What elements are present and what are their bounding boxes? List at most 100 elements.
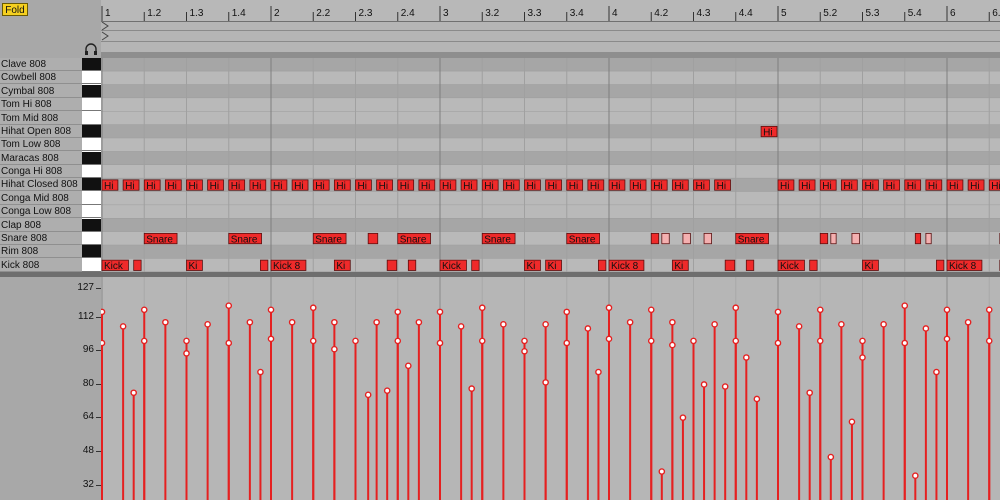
velocity-handle[interactable] [257, 368, 264, 376]
velocity-handle[interactable] [985, 337, 993, 345]
velocity-handle[interactable] [669, 341, 676, 349]
lane-label[interactable]: Cymbal 808 [0, 85, 82, 98]
velocity-handle[interactable] [732, 337, 740, 345]
snare-note[interactable] [914, 232, 922, 245]
kick-note[interactable] [936, 259, 945, 271]
velocity-handle[interactable] [436, 308, 444, 316]
lane-label[interactable]: Tom Hi 808 [0, 98, 82, 112]
velocity-handle[interactable] [521, 337, 528, 345]
velocity-handle[interactable] [225, 339, 233, 347]
lane-label[interactable]: Clave 808 [0, 58, 82, 71]
piano-key-black[interactable] [82, 124, 101, 138]
velocity-handle[interactable] [816, 337, 824, 345]
piano-key-white[interactable] [82, 71, 101, 85]
piano-key-black[interactable] [82, 58, 101, 71]
lane-label[interactable]: Conga Mid 808 [0, 192, 82, 205]
piano-key-white[interactable] [82, 165, 101, 178]
velocity-handle[interactable] [795, 323, 803, 330]
velocity-editor[interactable] [101, 277, 1000, 500]
velocity-handle[interactable] [943, 306, 951, 314]
lane-label[interactable]: Tom Low 808 [0, 138, 82, 152]
velocity-handle[interactable] [542, 379, 549, 386]
kick-note[interactable] [386, 259, 398, 271]
velocity-handle[interactable] [901, 302, 909, 309]
kick-note[interactable] [809, 259, 818, 271]
velocity-handle[interactable] [478, 304, 486, 312]
fold-button[interactable]: Fold [2, 3, 28, 16]
velocity-handle[interactable] [647, 306, 655, 314]
velocity-handle[interactable] [288, 318, 296, 326]
piano-key-white[interactable] [82, 231, 101, 245]
velocity-handle[interactable] [605, 335, 613, 343]
velocity-handle[interactable] [743, 354, 750, 361]
lane-label[interactable]: Kick 808 [0, 259, 82, 272]
velocity-handle[interactable] [584, 325, 592, 332]
velocity-handle[interactable] [690, 337, 697, 345]
velocity-handle[interactable] [101, 308, 106, 316]
piano-key-white[interactable] [82, 98, 101, 112]
velocity-handle[interactable] [774, 339, 782, 347]
velocity-handle[interactable] [922, 325, 930, 332]
velocity-handle[interactable] [669, 318, 676, 326]
velocity-handle[interactable] [774, 308, 782, 316]
velocity-handle[interactable] [943, 335, 951, 343]
velocity-handle[interactable] [880, 321, 887, 328]
velocity-handle[interactable] [563, 308, 571, 316]
kick-note[interactable] [598, 259, 607, 271]
snare-note[interactable] [830, 232, 837, 245]
velocity-handle[interactable] [331, 318, 338, 326]
kick-note[interactable] [260, 259, 269, 271]
piano-key-black[interactable] [82, 178, 101, 192]
velocity-handle[interactable] [225, 302, 233, 309]
velocity-handle[interactable] [626, 318, 634, 326]
piano-key-white[interactable] [82, 111, 101, 125]
kick-note[interactable] [407, 259, 417, 271]
piano-key-black[interactable] [82, 245, 101, 259]
velocity-handle[interactable] [130, 389, 137, 397]
lane-label[interactable]: Clap 808 [0, 219, 82, 232]
velocity-handle[interactable] [331, 345, 338, 353]
velocity-handle[interactable] [859, 354, 866, 361]
note-grid[interactable]: Hi Hi Hi Hi Hi Hi Hi Hi Hi Hi Hi Hi Hi Hi Hi Hi Hi Hi Hi Hi… [101, 58, 1000, 272]
snare-note[interactable] [661, 232, 670, 245]
velocity-handle[interactable] [246, 318, 254, 326]
velocity-handle[interactable] [457, 323, 465, 330]
piano-key-black[interactable] [82, 218, 101, 232]
snare-note[interactable] [819, 232, 829, 245]
lane-label[interactable]: Tom Mid 808 [0, 112, 82, 125]
velocity-handle[interactable] [352, 337, 359, 345]
velocity-handle[interactable] [542, 321, 549, 328]
kick-note[interactable] [745, 259, 755, 271]
velocity-handle[interactable] [183, 350, 190, 357]
velocity-handle[interactable] [101, 339, 106, 347]
velocity-handle[interactable] [267, 335, 275, 343]
velocity-handle[interactable] [309, 337, 317, 345]
velocity-handle[interactable] [394, 337, 402, 345]
lane-label[interactable]: Hihat Closed 808 [0, 178, 82, 192]
velocity-handle[interactable] [500, 321, 507, 328]
velocity-handle[interactable] [859, 337, 866, 345]
kick-note[interactable] [724, 259, 736, 271]
velocity-handle[interactable] [838, 321, 845, 328]
snare-note[interactable] [851, 232, 860, 245]
velocity-handle[interactable] [605, 304, 613, 312]
velocity-handle[interactable] [140, 306, 148, 314]
velocity-handle[interactable] [732, 304, 740, 312]
snare-note[interactable] [367, 232, 379, 245]
velocity-handle[interactable] [373, 318, 380, 326]
velocity-handle[interactable] [827, 453, 835, 461]
velocity-handle[interactable] [364, 391, 372, 399]
piano-key-black[interactable] [82, 84, 101, 98]
snare-note[interactable] [703, 232, 712, 245]
velocity-handle[interactable] [933, 368, 940, 376]
velocity-handle[interactable] [658, 468, 666, 475]
piano-key-white[interactable] [82, 205, 101, 219]
velocity-handle[interactable] [806, 389, 813, 397]
lane-label[interactable]: Cowbell 808 [0, 71, 82, 85]
velocity-handle[interactable] [647, 337, 655, 345]
velocity-handle[interactable] [405, 362, 412, 370]
piano-key-white[interactable] [82, 258, 101, 272]
lane-label[interactable]: Snare 808 [0, 232, 82, 245]
velocity-handle[interactable] [415, 318, 423, 326]
piano-key-white[interactable] [82, 138, 101, 152]
